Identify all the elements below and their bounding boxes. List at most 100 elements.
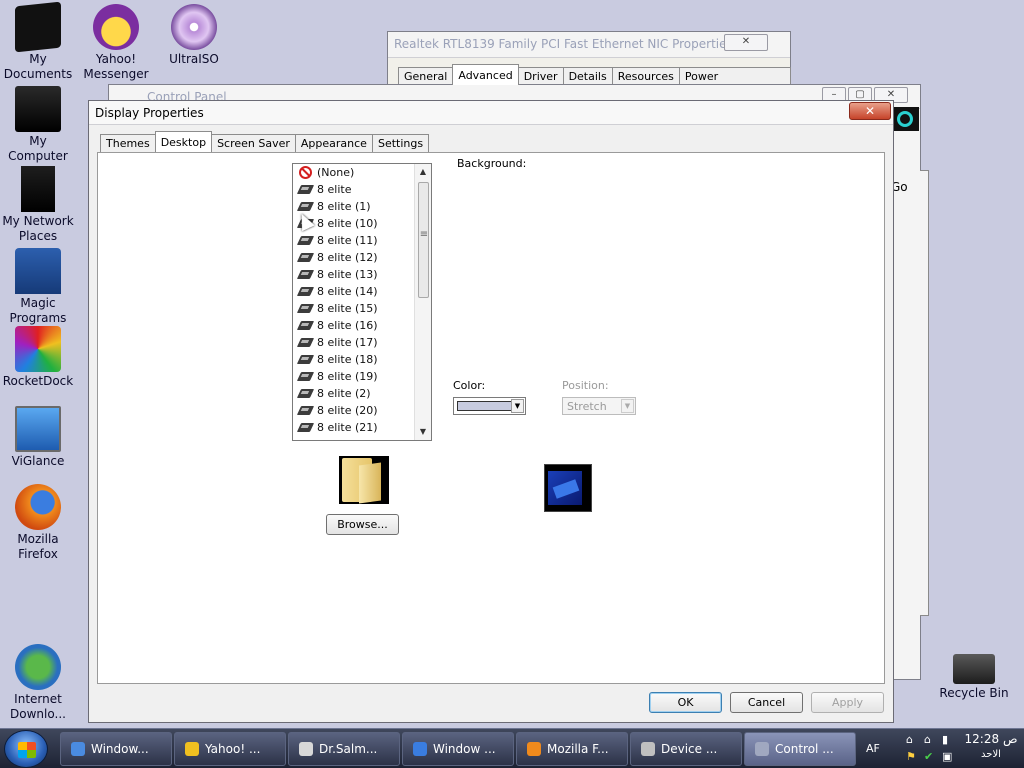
language-indicator[interactable]: AF <box>866 742 880 755</box>
scroll-thumb[interactable] <box>418 182 429 298</box>
image-file-icon <box>296 304 315 313</box>
check-icon[interactable]: ✔ <box>924 750 933 763</box>
go-button[interactable]: Go <box>891 177 919 197</box>
none-prohibited-icon <box>299 166 312 179</box>
clock-day: الاحد <box>981 749 1001 760</box>
tab-themes[interactable]: Themes <box>100 134 156 152</box>
tab-resources[interactable]: Resources <box>611 67 680 85</box>
magic-programs-castle-icon <box>15 248 61 294</box>
scroll-down-arrow-icon[interactable]: ▼ <box>415 424 431 440</box>
desktop-icon-recycle-bin[interactable]: Recycle Bin <box>936 654 1012 701</box>
background-list-item[interactable]: 8 elite (20) <box>293 402 415 419</box>
search-area <box>891 107 919 131</box>
background-list-item-label: 8 elite (10) <box>317 217 378 230</box>
background-list-item[interactable]: 8 elite (11) <box>293 232 415 249</box>
background-list-item[interactable]: 8 elite <box>293 181 415 198</box>
tab-power-management[interactable]: Power Management <box>678 67 791 96</box>
desktop-icon-ultraiso[interactable]: UltraISO <box>156 4 232 67</box>
dropdown-arrow-icon[interactable]: ▼ <box>621 399 634 413</box>
background-list-item-label: 8 elite (16) <box>317 319 378 332</box>
tab-general[interactable]: General <box>398 67 454 85</box>
background-list-item-label: 8 elite (1) <box>317 200 371 213</box>
background-list-item[interactable]: 8 elite (12) <box>293 249 415 266</box>
taskbar-button[interactable]: Window ... <box>402 732 514 766</box>
background-list-item[interactable]: 8 elite (13) <box>293 266 415 283</box>
desktop-icon-yahoo-messenger[interactable]: Yahoo! Messenger <box>78 4 154 82</box>
color-picker[interactable]: ▼ <box>453 397 526 415</box>
background-list-item[interactable]: 8 elite (16) <box>293 317 415 334</box>
tab-desktop[interactable]: Desktop <box>154 131 213 152</box>
my-documents-icon <box>15 1 61 53</box>
background-list-item-label: 8 elite (15) <box>317 302 378 315</box>
apply-button[interactable]: Apply <box>811 692 884 713</box>
image-file-icon <box>296 389 315 398</box>
background-list-item[interactable]: 8 elite (21) <box>293 419 415 436</box>
taskbar-button[interactable]: Yahoo! ... <box>174 732 286 766</box>
taskbar-button[interactable]: Dr.Salm... <box>288 732 400 766</box>
taskbar-button[interactable]: Control ... <box>744 732 856 766</box>
warning-icon[interactable]: ⚑ <box>906 750 916 763</box>
recycle-bin-icon <box>953 654 995 684</box>
battery-icon[interactable]: ▮ <box>942 733 948 746</box>
network-icon[interactable]: ⌂ <box>906 733 913 746</box>
action-center-icon[interactable]: ▣ <box>942 750 952 763</box>
tab-driver[interactable]: Driver <box>517 67 564 85</box>
desktop-icon-rocketdock[interactable]: RocketDock <box>0 326 76 389</box>
image-file-icon <box>296 338 315 347</box>
minimize-icon: – <box>831 89 837 100</box>
desktop-icon-viglance[interactable]: ViGlance <box>0 406 76 469</box>
taskbar-button-label: Yahoo! ... <box>205 742 261 756</box>
window-title: Realtek RTL8139 Family PCI Fast Ethernet… <box>394 37 733 51</box>
start-button[interactable] <box>4 730 48 768</box>
tab-settings[interactable]: Settings <box>371 134 430 152</box>
background-list-item[interactable]: 8 elite (19) <box>293 368 415 385</box>
background-list-items: (None) 8 elite 8 elite (1) 8 elite (10) 8 el… <box>293 164 415 436</box>
clock-ampm: ص <box>1002 732 1018 746</box>
taskbar-button[interactable]: Device ... <box>630 732 742 766</box>
tab-advanced[interactable]: Advanced <box>452 64 519 85</box>
tab-details[interactable]: Details <box>562 67 613 85</box>
background-list-item-label: 8 elite <box>317 183 352 196</box>
display-tabs: Themes Desktop Screen Saver Appearance S… <box>100 131 430 152</box>
taskbar-button[interactable]: Mozilla F... <box>516 732 628 766</box>
close-icon: ✕ <box>886 89 896 100</box>
taskbar-button[interactable]: Window... <box>60 732 172 766</box>
desktop-icon-my-network-places[interactable]: My Network Places <box>0 166 76 244</box>
desktop-icon-internet-download-manager[interactable]: Internet Downlo... <box>0 644 76 722</box>
desktop: My Documents Yahoo! Messenger UltraISO M… <box>0 0 1024 728</box>
listbox-scrollbar[interactable]: ▲ ▼ <box>414 164 431 440</box>
background-list-item[interactable]: 8 elite (18) <box>293 351 415 368</box>
cancel-button[interactable]: Cancel <box>730 692 803 713</box>
close-button[interactable]: ✕ <box>849 102 891 120</box>
background-list-item[interactable]: 8 elite (17) <box>293 334 415 351</box>
clock[interactable]: 12:28 ص الاحد <box>962 731 1020 767</box>
nic-properties-titlebar[interactable]: Realtek RTL8139 Family PCI Fast Ethernet… <box>388 32 790 58</box>
background-list-item[interactable]: 8 elite (2) <box>293 385 415 402</box>
desktop-icon-mozilla-firefox[interactable]: Mozilla Firefox <box>0 484 76 562</box>
background-list-item[interactable]: (None) <box>293 164 415 181</box>
tab-appearance[interactable]: Appearance <box>294 134 373 152</box>
display-properties-titlebar[interactable]: Display Properties ✕ <box>89 101 893 125</box>
background-list-item[interactable]: 8 elite (15) <box>293 300 415 317</box>
yahoo-icon <box>185 742 199 756</box>
background-list-item-label: 8 elite (11) <box>317 234 378 247</box>
position-select[interactable]: Stretch ▼ <box>562 397 636 415</box>
desktop-icon-magic-programs[interactable]: Magic Programs <box>0 248 76 326</box>
background-list-item-label: 8 elite (18) <box>317 353 378 366</box>
desktop-icon-my-computer[interactable]: My Computer <box>0 86 76 164</box>
background-list-item[interactable]: 8 elite (14) <box>293 283 415 300</box>
background-window-edge <box>920 170 929 616</box>
search-icon <box>897 111 913 127</box>
dropdown-arrow-icon[interactable]: ▼ <box>511 399 524 413</box>
nic-close-button[interactable]: ✕ <box>724 34 768 51</box>
volume-icon[interactable]: ⌂ <box>924 733 931 746</box>
browse-button[interactable]: Browse... <box>326 514 399 535</box>
desktop-icon-my-documents[interactable]: My Documents <box>0 1 76 82</box>
scroll-up-arrow-icon[interactable]: ▲ <box>415 164 431 180</box>
desktop-icon-label: UltraISO <box>169 52 219 66</box>
ok-button[interactable]: OK <box>649 692 722 713</box>
taskbar-button-label: Window ... <box>433 742 496 756</box>
background-listbox[interactable]: (None) 8 elite 8 elite (1) 8 elite (10) 8 el… <box>292 163 432 441</box>
background-list-item[interactable]: 8 elite (1) <box>293 198 415 215</box>
tab-screen-saver[interactable]: Screen Saver <box>211 134 296 152</box>
